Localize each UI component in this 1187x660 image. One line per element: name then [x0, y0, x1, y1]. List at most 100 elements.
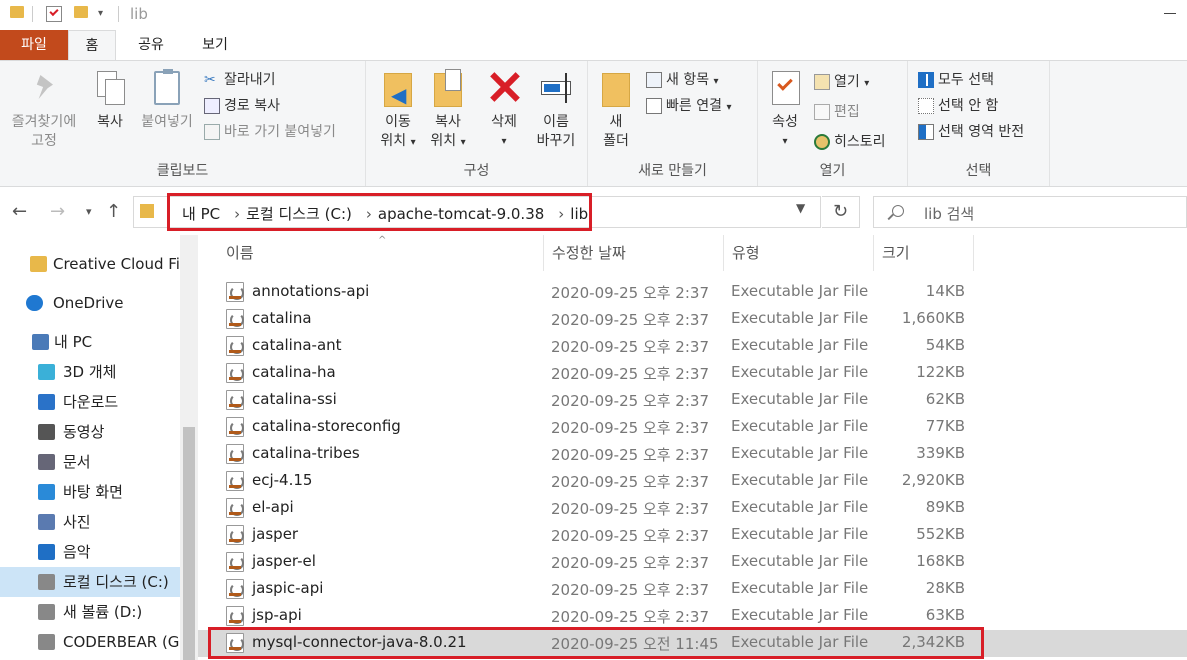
- file-size: 2,920KB: [901, 471, 965, 489]
- table-row[interactable]: catalina-ha 2020-09-25 오후 2:37 Executable …: [198, 360, 1187, 387]
- table-row[interactable]: catalina-ant 2020-09-25 오후 2:37 Executable…: [198, 333, 1187, 360]
- sidebar-item[interactable]: 로컬 디스크 (C:): [0, 567, 180, 597]
- sidebar-item-label: OneDrive: [53, 294, 124, 312]
- tab-share[interactable]: 공유: [123, 30, 179, 60]
- select-all-button[interactable]: 모두 선택: [918, 69, 994, 91]
- move-label-2-text: 위치: [380, 133, 407, 149]
- customize-quick-access-icon[interactable]: ▾: [98, 8, 103, 24]
- sidebar-item-label: 음악: [63, 543, 91, 561]
- file-type: Executable Jar File: [731, 417, 869, 435]
- column-header-type[interactable]: 유형: [724, 235, 874, 271]
- properties-button[interactable]: 속성 ▾: [764, 69, 806, 151]
- table-row[interactable]: catalina-storeconfig 2020-09-25 오후 2:37 Ex…: [198, 414, 1187, 441]
- jar-file-icon: [226, 444, 244, 464]
- scrollbar-thumb[interactable]: [183, 427, 195, 660]
- jar-file-icon: [226, 552, 244, 572]
- copy-to-icon: [431, 69, 465, 107]
- properties-checkbox-icon[interactable]: [46, 6, 62, 22]
- table-row[interactable]: el-api 2020-09-25 오후 2:37 Executable Jar F…: [198, 495, 1187, 522]
- sidebar-item[interactable]: Creative Cloud Files: [0, 249, 180, 279]
- recent-locations-chevron-icon[interactable]: ▾: [86, 205, 92, 218]
- pc-icon: [32, 334, 49, 350]
- column-header-date[interactable]: 수정한 날짜: [544, 235, 724, 271]
- table-row[interactable]: catalina-ssi 2020-09-25 오후 2:37 Executable…: [198, 387, 1187, 414]
- new-folder-icon[interactable]: [74, 6, 88, 18]
- table-row[interactable]: ecj-4.15 2020-09-25 오후 2:37 Executable Jar…: [198, 468, 1187, 495]
- column-header-size[interactable]: 크기: [874, 235, 974, 271]
- group-select: 모두 선택 선택 안 함 선택 영역 반전 선택: [908, 61, 1050, 186]
- edit-button[interactable]: 편집: [814, 101, 860, 123]
- table-row[interactable]: annotations-api 2020-09-25 오후 2:37 Executa…: [198, 279, 1187, 306]
- new-folder-label-2: 폴더: [603, 133, 629, 149]
- sidebar-item[interactable]: 바탕 화면: [0, 477, 180, 507]
- sidebar-item[interactable]: OneDrive: [0, 288, 180, 318]
- sidebar-item[interactable]: CODERBEAR (G:): [0, 627, 180, 657]
- paste-shortcut-button[interactable]: 바로 가기 붙여넣기: [204, 121, 336, 143]
- table-row[interactable]: jaspic-api 2020-09-25 오후 2:37 Executable J…: [198, 576, 1187, 603]
- sidebar-item-label: 문서: [63, 453, 91, 471]
- file-type: Executable Jar File: [731, 579, 869, 597]
- jar-file-icon: [226, 309, 244, 329]
- jar-file-icon: [226, 363, 244, 383]
- navigation-scrollbar[interactable]: [180, 235, 198, 660]
- dropdown-arrow-icon: ▾: [782, 136, 788, 147]
- copy-path-icon: [204, 98, 220, 114]
- table-row[interactable]: catalina 2020-09-25 오후 2:37 Executable Jar…: [198, 306, 1187, 333]
- rename-icon: [539, 69, 573, 107]
- open-button[interactable]: 열기 ▾: [814, 71, 869, 93]
- group-label-clipboard: 클립보드: [156, 163, 209, 179]
- file-name: el-api: [252, 498, 294, 516]
- jar-file-icon: [226, 417, 244, 437]
- file-type: Executable Jar File: [731, 525, 869, 543]
- tab-file[interactable]: 파일: [0, 30, 68, 60]
- table-row[interactable]: catalina-tribes 2020-09-25 오후 2:37 Executa…: [198, 441, 1187, 468]
- file-name: annotations-api: [252, 282, 370, 300]
- select-none-button[interactable]: 선택 안 함: [918, 95, 998, 117]
- table-row[interactable]: jasper-el 2020-09-25 오후 2:37 Executable Ja…: [198, 549, 1187, 576]
- pin-to-quick-access-button[interactable]: 즐겨찾기에 고정: [4, 69, 84, 151]
- table-row[interactable]: jsp-api 2020-09-25 오후 2:37 Executable Jar …: [198, 603, 1187, 630]
- video-icon: [38, 424, 55, 440]
- search-input[interactable]: lib 검색: [873, 196, 1187, 228]
- file-size: 28KB: [925, 579, 965, 597]
- drive-icon: [38, 574, 55, 590]
- divider: [32, 6, 33, 22]
- select-all-icon: [918, 72, 934, 88]
- tab-home[interactable]: 홈: [68, 30, 116, 61]
- copy-to-button[interactable]: 복사 위치 ▾: [426, 69, 470, 152]
- history-button[interactable]: 히스토리: [814, 131, 886, 153]
- new-item-button[interactable]: 새 항목 ▾: [646, 69, 719, 91]
- copy-button[interactable]: 복사: [88, 69, 132, 132]
- copy-path-button[interactable]: 경로 복사: [204, 95, 280, 117]
- up-arrow-icon[interactable]: ↑: [106, 201, 121, 222]
- invert-selection-button[interactable]: 선택 영역 반전: [918, 121, 1024, 143]
- tab-view[interactable]: 보기: [187, 30, 243, 60]
- sidebar-item[interactable]: 다운로드: [0, 387, 180, 417]
- easy-access-button[interactable]: 빠른 연결 ▾: [646, 95, 731, 117]
- refresh-button[interactable]: ↻: [822, 196, 860, 228]
- sidebar-item-label: CODERBEAR (G:): [63, 633, 180, 651]
- column-header-name[interactable]: 이름: [218, 235, 544, 271]
- sidebar-item[interactable]: 동영상: [0, 417, 180, 447]
- address-dropdown-icon[interactable]: ▼: [796, 201, 805, 215]
- sidebar-item[interactable]: 음악: [0, 537, 180, 567]
- sidebar-item[interactable]: 내 PC: [0, 327, 180, 357]
- minimize-button[interactable]: [1160, 3, 1180, 23]
- back-arrow-icon[interactable]: ←: [12, 201, 27, 222]
- cut-button[interactable]: ✂ 잘라내기: [204, 69, 276, 91]
- search-icon: [892, 205, 904, 217]
- sidebar-item[interactable]: 3D 개체: [0, 357, 180, 387]
- delete-button[interactable]: 삭제 ▾: [482, 69, 526, 151]
- sidebar-item[interactable]: 사진: [0, 507, 180, 537]
- file-name: jaspic-api: [252, 579, 324, 597]
- new-folder-button[interactable]: 새 폴더: [596, 69, 636, 151]
- rename-button[interactable]: 이름 바꾸기: [530, 69, 582, 151]
- sidebar-item[interactable]: 문서: [0, 447, 180, 477]
- sidebar-item[interactable]: 새 볼륨 (D:): [0, 597, 180, 627]
- move-to-button[interactable]: ◀ 이동 위치 ▾: [376, 69, 420, 152]
- forward-arrow-icon[interactable]: →: [50, 201, 65, 222]
- paste-button[interactable]: 붙여넣기: [136, 69, 198, 132]
- table-row[interactable]: jasper 2020-09-25 오후 2:37 Executable Jar F…: [198, 522, 1187, 549]
- new-item-icon: [646, 72, 662, 88]
- file-size: 89KB: [925, 498, 965, 516]
